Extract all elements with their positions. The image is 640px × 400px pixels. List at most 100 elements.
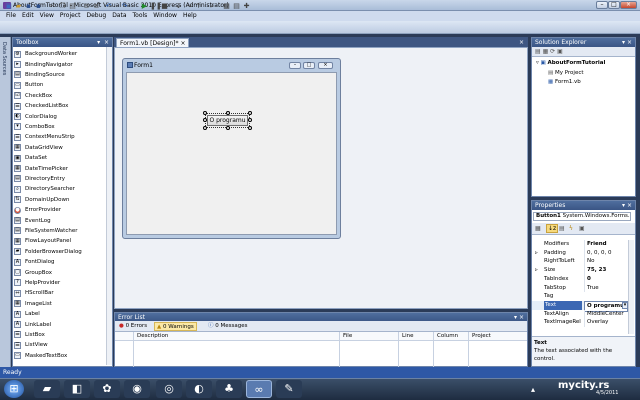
- column-column[interactable]: Column: [437, 333, 458, 340]
- toolbox-scrollbar[interactable]: [106, 47, 112, 365]
- toolbox-item[interactable]: ▤ DirectoryEntry: [14, 174, 65, 184]
- property-value[interactable]: 75, 23: [584, 266, 628, 275]
- resize-handle[interactable]: [203, 126, 207, 130]
- property-row[interactable]: Tag: [532, 292, 628, 301]
- menu-tools[interactable]: Tools: [130, 11, 151, 21]
- property-row[interactable]: TabIndex 0: [532, 274, 628, 284]
- property-row[interactable]: TabStop True: [532, 283, 628, 293]
- stop-debugging-icon[interactable]: ■: [160, 2, 169, 11]
- toolbox-item[interactable]: ? HelpProvider: [14, 278, 60, 288]
- toolbox-item[interactable]: ▤ EventLog: [14, 215, 51, 225]
- toolbox-item[interactable]: ▾ ComboBox: [14, 122, 55, 132]
- toolbox-item[interactable]: ▦ DataGridView: [14, 143, 63, 153]
- column-description[interactable]: Description: [137, 333, 168, 340]
- property-pages-icon[interactable]: ▣: [579, 225, 585, 232]
- property-value[interactable]: 0: [584, 274, 628, 284]
- redo-icon[interactable]: ↷: [120, 2, 129, 11]
- break-all-icon[interactable]: ❚❚: [150, 2, 162, 11]
- toolbox-icon[interactable]: ✚: [242, 2, 251, 11]
- toolbox-item[interactable]: ▭ MaskedTextBox: [14, 351, 67, 361]
- step-into-icon[interactable]: ⇣: [174, 2, 183, 11]
- start-debugging-icon[interactable]: ▶: [140, 2, 149, 11]
- taskbar-app-icon[interactable]: ◧: [64, 380, 90, 398]
- toolbox-item[interactable]: ⇅ DomainUpDown: [14, 195, 69, 205]
- properties-view-icon[interactable]: ▤: [559, 225, 565, 232]
- toolbox-item[interactable]: ▭ Button: [14, 80, 43, 90]
- menu-help[interactable]: Help: [180, 11, 200, 21]
- toolbox-item[interactable]: ☰ ListView: [14, 340, 48, 350]
- properties-icon[interactable]: ▤: [232, 2, 241, 11]
- tree-my-project[interactable]: ▤ My Project: [548, 69, 584, 77]
- data-sources-tab[interactable]: Data Sources: [1, 42, 7, 75]
- taskbar-chrome-icon[interactable]: ◎: [156, 380, 182, 398]
- properties-icon[interactable]: ▤ ▦ ⟳ ▣: [535, 48, 563, 55]
- toolbox-item[interactable]: ⚙ BackgroundWorker: [14, 49, 77, 59]
- toolbox-item[interactable]: ☑ CheckBox: [14, 91, 52, 101]
- tree-form1[interactable]: ▦ Form1.vb: [548, 78, 581, 86]
- step-over-icon[interactable]: ⇢: [184, 2, 193, 11]
- toolbox-item[interactable]: ▰ FolderBrowserDialog: [14, 247, 82, 257]
- toolbox-item[interactable]: A LinkLabel: [14, 319, 51, 329]
- form1-client-area[interactable]: [126, 72, 337, 235]
- toolbox-item[interactable]: A Label: [14, 309, 40, 319]
- messages-filter-button[interactable]: ⓘ 0 Messages: [206, 322, 249, 331]
- column-file[interactable]: File: [343, 333, 352, 340]
- open-file-icon[interactable]: ▰: [14, 2, 23, 11]
- properties-scrollbar[interactable]: [628, 240, 634, 334]
- menu-project[interactable]: Project: [57, 11, 84, 21]
- toolbox-item[interactable]: ☰ ListBox: [14, 330, 45, 340]
- save-all-icon[interactable]: ▪: [34, 2, 43, 11]
- property-row[interactable]: ▹ Padding 0, 0, 0, 0: [532, 248, 628, 258]
- maximize-button[interactable]: □: [608, 1, 620, 9]
- paste-icon[interactable]: ▤: [68, 2, 77, 11]
- property-value[interactable]: Friend: [584, 240, 628, 249]
- comment-icon[interactable]: ≡: [82, 2, 91, 11]
- clock-date[interactable]: 4/5/2011: [596, 390, 618, 396]
- toolbox-item[interactable]: ◐ ColorDialog: [14, 111, 57, 121]
- column-project[interactable]: Project: [472, 333, 491, 340]
- toolbox-item[interactable]: ☰ ContextMenuStrip: [14, 132, 75, 142]
- close-document-icon[interactable]: ×: [519, 39, 524, 46]
- start-button-icon[interactable]: ⊞: [4, 380, 24, 398]
- toolbox-item[interactable]: ▢ GroupBox: [14, 267, 52, 277]
- menu-edit[interactable]: Edit: [19, 11, 37, 21]
- property-row[interactable]: TextAlign MiddleCenter: [532, 309, 628, 319]
- toolbox-item[interactable]: ☰ CheckedListBox: [14, 101, 68, 111]
- tree-project[interactable]: ▿ ▣ AboutFormTutorial: [536, 59, 605, 67]
- find-icon[interactable]: ⌕: [208, 2, 217, 11]
- properties-pin-icon[interactable]: ▾ ×: [622, 201, 632, 210]
- menu-debug[interactable]: Debug: [83, 11, 109, 21]
- close-button[interactable]: ×: [620, 1, 637, 9]
- toolbox-item[interactable]: ⌕ DirectorySearcher: [14, 184, 75, 194]
- undo-icon[interactable]: ↶: [104, 2, 113, 11]
- object-selector[interactable]: Button1 System.Windows.Forms.I: [533, 212, 631, 221]
- tab-close-icon[interactable]: ×: [180, 40, 185, 47]
- resize-handle[interactable]: [226, 126, 230, 130]
- toolbox-item[interactable]: ▦ FlowLayoutPanel: [14, 236, 71, 246]
- toolbox-item[interactable]: ▣ DataSet: [14, 153, 47, 163]
- warnings-filter-button[interactable]: ▲ 0 Warnings: [154, 322, 197, 331]
- taskbar-explorer-icon[interactable]: ▰: [34, 380, 60, 398]
- property-row[interactable]: RightToLeft No: [532, 257, 628, 267]
- new-project-icon[interactable]: ▣: [4, 2, 13, 11]
- taskbar-messenger-icon[interactable]: ♣: [216, 380, 242, 398]
- property-value[interactable]: 0, 0, 0, 0: [584, 248, 628, 258]
- property-row[interactable]: ▹ Size 75, 23: [532, 266, 628, 275]
- minimize-button[interactable]: –: [596, 1, 608, 9]
- property-value[interactable]: MiddleCenter: [584, 309, 628, 319]
- toolbox-item[interactable]: ▤ BindingSource: [14, 70, 65, 80]
- resize-handle[interactable]: [248, 111, 252, 115]
- taskbar-player-icon[interactable]: ✿: [94, 380, 120, 398]
- resize-handle[interactable]: [248, 118, 252, 122]
- button1[interactable]: O programu: [207, 115, 248, 126]
- property-row[interactable]: TextImageRel Overlay: [532, 318, 628, 327]
- categorized-icon[interactable]: ▦: [535, 225, 541, 232]
- tray-arrow-icon[interactable]: ▴: [531, 385, 535, 394]
- resize-handle[interactable]: [203, 118, 207, 122]
- toolbox-item[interactable]: ▸ BindingNavigator: [14, 59, 73, 69]
- menu-window[interactable]: Window: [150, 11, 180, 21]
- toolbox-item[interactable]: ● ErrorProvider: [14, 205, 61, 215]
- menu-data[interactable]: Data: [109, 11, 129, 21]
- resize-handle[interactable]: [248, 126, 252, 130]
- property-row[interactable]: Text O programu ▾: [532, 300, 628, 312]
